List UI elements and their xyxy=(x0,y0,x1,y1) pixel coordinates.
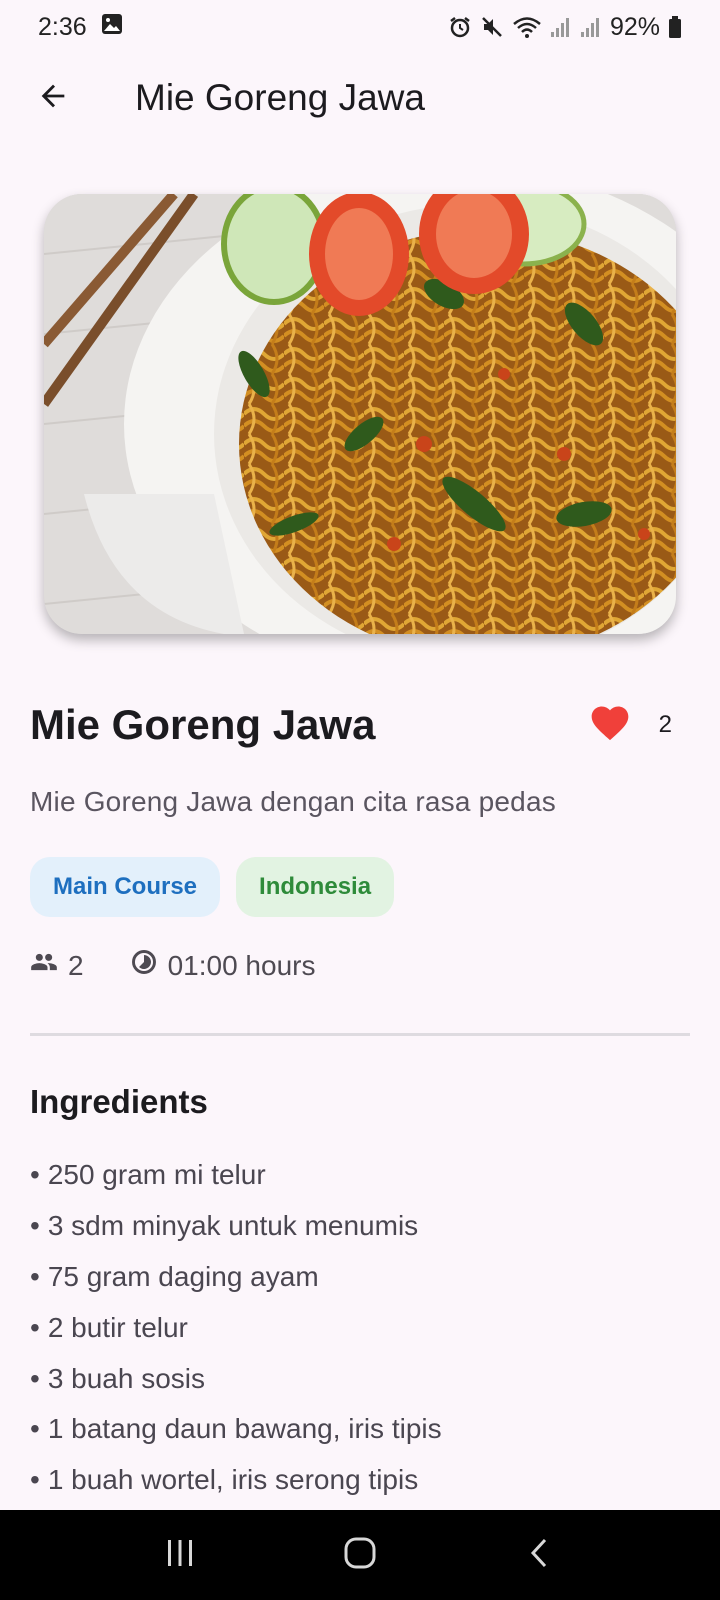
timelapse-icon xyxy=(130,948,168,983)
area-chip[interactable]: Indonesia xyxy=(236,857,395,917)
ingredient-text: 1 buah wortel, iris serong tipis xyxy=(47,1464,419,1496)
ingredients-list: • 250 gram mi telur • 3 sdm minyak untuk m… xyxy=(30,1150,442,1506)
recent-apps-button[interactable] xyxy=(140,1515,220,1595)
recipe-title-row: Mie Goreng Jawa 2 xyxy=(30,692,680,758)
list-item: • 1 buah wortel, iris serong tipis xyxy=(30,1464,419,1496)
status-time: 2:36 xyxy=(38,12,87,41)
signal-icon xyxy=(550,16,572,38)
servings: 2 xyxy=(30,948,84,983)
tag-chips: Main Course Indonesia xyxy=(30,857,395,917)
list-item: • 1 batang daun bawang, iris tipis xyxy=(30,1413,442,1445)
wifi-icon xyxy=(512,15,542,39)
ingredient-text: 2 butir telur xyxy=(47,1311,188,1343)
mute-icon xyxy=(480,15,504,39)
alarm-icon xyxy=(448,15,472,39)
gallery-icon xyxy=(101,13,123,42)
ingredients-title: Ingredients xyxy=(30,1083,208,1120)
battery-percent: 92% xyxy=(609,12,660,41)
home-icon xyxy=(343,1536,377,1575)
arrow-back-icon xyxy=(36,79,70,118)
ingredient-text: 75 gram daging ayam xyxy=(47,1260,319,1292)
heart-icon xyxy=(588,701,632,750)
people-icon xyxy=(30,948,68,983)
status-bar: 2:36 92% xyxy=(0,0,720,54)
recipe-image xyxy=(44,194,676,634)
ingredient-text: 3 sdm minyak untuk menumis xyxy=(47,1210,419,1242)
like-button[interactable] xyxy=(583,698,637,752)
duration: 01:00 hours xyxy=(130,948,316,983)
back-button[interactable] xyxy=(23,68,83,128)
signal-icon xyxy=(580,16,602,38)
app-bar: Mie Goreng Jawa xyxy=(0,58,720,138)
like-count: 2 xyxy=(658,711,672,738)
nav-back-button[interactable] xyxy=(500,1515,580,1595)
battery-icon xyxy=(668,15,682,39)
servings-value: 2 xyxy=(68,949,84,981)
like-group: 2 xyxy=(583,698,680,752)
ingredient-text: 1 batang daun bawang, iris tipis xyxy=(47,1413,442,1445)
list-item: • 75 gram daging ayam xyxy=(30,1260,319,1292)
recipe-title: Mie Goreng Jawa xyxy=(30,701,376,748)
chevron-left-icon xyxy=(524,1537,556,1574)
list-item: • 250 gram mi telur xyxy=(30,1159,266,1191)
duration-value: 01:00 hours xyxy=(167,949,316,981)
category-chip[interactable]: Main Course xyxy=(30,857,221,917)
list-item: • 3 sdm minyak untuk menumis xyxy=(30,1210,419,1242)
list-item: • 2 butir telur xyxy=(30,1311,188,1343)
ingredient-text: 3 buah sosis xyxy=(47,1362,206,1394)
home-button[interactable] xyxy=(320,1515,400,1595)
list-item: • 3 buah sosis xyxy=(30,1362,206,1394)
recipe-description: Mie Goreng Jawa dengan cita rasa pedas xyxy=(30,786,556,817)
app-bar-title: Mie Goreng Jawa xyxy=(135,77,425,118)
divider xyxy=(30,1033,690,1036)
system-nav-bar xyxy=(0,1510,720,1600)
recent-apps-icon xyxy=(164,1537,196,1574)
recipe-meta: 2 01:00 hours xyxy=(30,948,315,983)
ingredient-text: 250 gram mi telur xyxy=(47,1159,266,1191)
